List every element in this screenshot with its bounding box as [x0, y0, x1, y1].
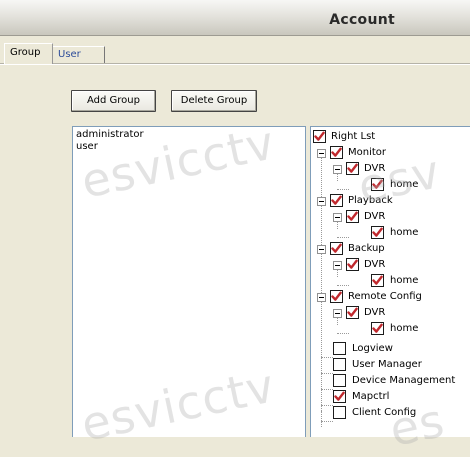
checkmark-icon [347, 259, 358, 269]
tree-node-label: Client Config [352, 407, 417, 418]
tree-node-label: Logview [352, 343, 393, 354]
tree-node-user-manager[interactable]: User Manager [311, 358, 470, 372]
checkmark-icon [372, 179, 383, 189]
checkbox[interactable] [313, 130, 326, 143]
tab-user[interactable]: User [53, 46, 105, 64]
checkmark-icon [347, 163, 358, 173]
checkmark-icon [331, 291, 342, 301]
delete-group-button[interactable]: Delete Group [171, 90, 257, 112]
tree-node-remote-dvr[interactable]: DVR [311, 306, 470, 320]
checkmark-icon [334, 391, 345, 401]
tree-node-label: User Manager [352, 359, 422, 370]
tab-divider-highlight [0, 64, 470, 65]
title-bar: Account [0, 0, 470, 36]
checkmark-icon [314, 131, 325, 141]
checkmark-icon [372, 323, 383, 333]
tree-node-remote-home[interactable]: home [311, 322, 470, 336]
list-item-administrator[interactable]: administrator [76, 129, 302, 141]
checkbox[interactable] [346, 306, 359, 319]
tree-node-backup[interactable]: Backup [311, 242, 470, 256]
tree-node-label: Mapctrl [352, 391, 390, 402]
tree-node-label: DVR [364, 163, 386, 174]
checkbox[interactable] [333, 390, 346, 403]
tree-node-monitor[interactable]: Monitor [311, 146, 470, 160]
tab-strip: Group User [0, 43, 470, 64]
checkbox[interactable] [371, 322, 384, 335]
tree-node-label: Remote Config [348, 291, 422, 302]
tree-node-playback-dvr[interactable]: DVR [311, 210, 470, 224]
checkbox[interactable] [330, 146, 343, 159]
checkmark-icon [331, 243, 342, 253]
checkmark-icon [331, 147, 342, 157]
checkbox[interactable] [346, 258, 359, 271]
tree-node-label: home [390, 323, 419, 334]
tree-node-label: Monitor [348, 147, 387, 158]
tree-node-label: DVR [364, 211, 386, 222]
tree-node-label: Backup [348, 243, 385, 254]
checkbox[interactable] [333, 374, 346, 387]
group-list[interactable]: administrator user [72, 126, 306, 437]
tree-node-label: home [390, 275, 419, 286]
checkmark-icon [372, 275, 383, 285]
checkbox[interactable] [330, 194, 343, 207]
tab-group-label: Group [10, 47, 41, 58]
checkmark-icon [347, 211, 358, 221]
tree-node-remote-config[interactable]: Remote Config [311, 290, 470, 304]
checkbox[interactable] [330, 242, 343, 255]
tree-node-backup-dvr[interactable]: DVR [311, 258, 470, 272]
tree-node-label: DVR [364, 307, 386, 318]
window-title: Account [329, 12, 395, 28]
tree-node-device-management[interactable]: Device Management [311, 374, 470, 388]
rights-tree[interactable]: Right Lst Monitor DVR home Playback DVR … [310, 126, 470, 437]
checkmark-icon [331, 195, 342, 205]
add-group-button[interactable]: Add Group [71, 90, 156, 112]
tree-node-monitor-home[interactable]: home [311, 178, 470, 192]
tree-node-label: Device Management [352, 375, 456, 386]
tree-node-playback-home[interactable]: home [311, 226, 470, 240]
checkbox[interactable] [371, 178, 384, 191]
checkmark-icon [347, 307, 358, 317]
tree-node-client-config[interactable]: Client Config [311, 406, 470, 420]
tree-node-label: DVR [364, 259, 386, 270]
tree-line [321, 421, 333, 422]
tree-node-backup-home[interactable]: home [311, 274, 470, 288]
checkbox[interactable] [330, 290, 343, 303]
tree-node-root[interactable]: Right Lst [311, 130, 470, 144]
tree-node-monitor-dvr[interactable]: DVR [311, 162, 470, 176]
checkbox[interactable] [346, 162, 359, 175]
tree-node-label: home [390, 179, 419, 190]
tree-node-label: Right Lst [331, 131, 376, 142]
checkbox[interactable] [333, 342, 346, 355]
tab-user-label: User [58, 49, 81, 60]
list-item-user[interactable]: user [76, 141, 302, 153]
tree-node-label: home [390, 227, 419, 238]
tree-node-mapctrl[interactable]: Mapctrl [311, 390, 470, 404]
checkbox[interactable] [333, 406, 346, 419]
checkmark-icon [372, 227, 383, 237]
checkbox[interactable] [346, 210, 359, 223]
checkbox[interactable] [371, 226, 384, 239]
tree-node-label: Playback [348, 195, 393, 206]
tree-node-playback[interactable]: Playback [311, 194, 470, 208]
checkbox[interactable] [371, 274, 384, 287]
checkbox[interactable] [333, 358, 346, 371]
tree-node-logview[interactable]: Logview [311, 342, 470, 356]
tab-group[interactable]: Group [4, 43, 53, 64]
